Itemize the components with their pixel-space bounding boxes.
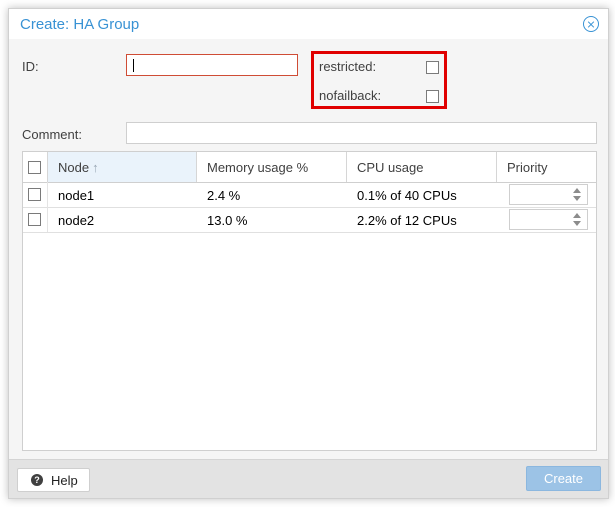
select-all-checkbox[interactable] [28, 161, 41, 174]
cpu-cell: 0.1% of 40 CPUs [347, 182, 497, 207]
create-ha-group-dialog: Create: HA Group ID: restricted: nofailb… [8, 8, 609, 499]
id-label: ID: [22, 59, 39, 74]
node-cell: node2 [48, 207, 197, 232]
create-button[interactable]: Create [526, 466, 601, 491]
nodes-grid: Node ↑ Memory usage % CPU usage Priority … [22, 151, 597, 451]
node-header-text: Node [58, 160, 90, 175]
help-button-label: Help [51, 473, 78, 488]
memory-cell: 13.0 % [197, 207, 347, 232]
node-name: node1 [58, 188, 95, 203]
column-header-node[interactable]: Node ↑ [48, 152, 197, 182]
priority-cell [497, 207, 596, 232]
column-header-node-label: Node ↑ [58, 160, 99, 175]
grid-header: Node ↑ Memory usage % CPU usage Priority [23, 152, 596, 183]
node-cell: node1 [48, 182, 197, 207]
row-select-cell [23, 207, 48, 232]
cpu-header-text: CPU usage [357, 160, 424, 175]
node-name: node2 [58, 213, 95, 228]
cpu-value: 2.2% of 12 CPUs [357, 213, 457, 228]
chevron-down-icon[interactable] [573, 221, 581, 226]
row-select-cell [23, 182, 48, 207]
memory-cell: 2.4 % [197, 182, 347, 207]
row-checkbox[interactable] [28, 213, 41, 226]
priority-spinner[interactable] [509, 184, 588, 205]
dialog-footer: ? Help Create [9, 459, 608, 498]
nofailback-checkbox[interactable] [426, 90, 439, 103]
column-header-cpu[interactable]: CPU usage [347, 152, 497, 182]
table-row[interactable]: node2 13.0 % 2.2% of 12 CPUs [23, 207, 596, 233]
cpu-value: 0.1% of 40 CPUs [357, 188, 457, 203]
column-header-priority[interactable]: Priority [497, 152, 596, 182]
id-field[interactable] [126, 54, 298, 76]
nofailback-label: nofailback: [319, 88, 382, 103]
memory-header-text: Memory usage % [207, 160, 309, 175]
chevron-down-icon[interactable] [573, 196, 581, 201]
memory-value: 2.4 % [207, 188, 241, 203]
dialog-titlebar: Create: HA Group [9, 9, 608, 39]
restricted-label: restricted: [319, 59, 377, 74]
comment-field[interactable] [126, 122, 597, 144]
priority-cell [497, 182, 596, 207]
help-button[interactable]: ? Help [17, 468, 90, 492]
restricted-checkbox[interactable] [426, 61, 439, 74]
memory-value: 13.0 % [207, 213, 248, 228]
column-header-memory[interactable]: Memory usage % [197, 152, 347, 182]
comment-label: Comment: [22, 127, 82, 142]
chevron-up-icon[interactable] [573, 188, 581, 193]
text-caret [133, 59, 134, 72]
dialog-title: Create: HA Group [20, 16, 140, 33]
row-checkbox[interactable] [28, 188, 41, 201]
sort-ascending-icon: ↑ [92, 160, 99, 175]
header-select-cell [23, 152, 48, 182]
priority-header-text: Priority [507, 160, 548, 175]
close-icon[interactable] [583, 16, 599, 32]
chevron-up-icon[interactable] [573, 213, 581, 218]
priority-spinner[interactable] [509, 209, 588, 230]
table-row[interactable]: node1 2.4 % 0.1% of 40 CPUs [23, 182, 596, 208]
cpu-cell: 2.2% of 12 CPUs [347, 207, 497, 232]
question-circle-icon: ? [31, 474, 43, 486]
